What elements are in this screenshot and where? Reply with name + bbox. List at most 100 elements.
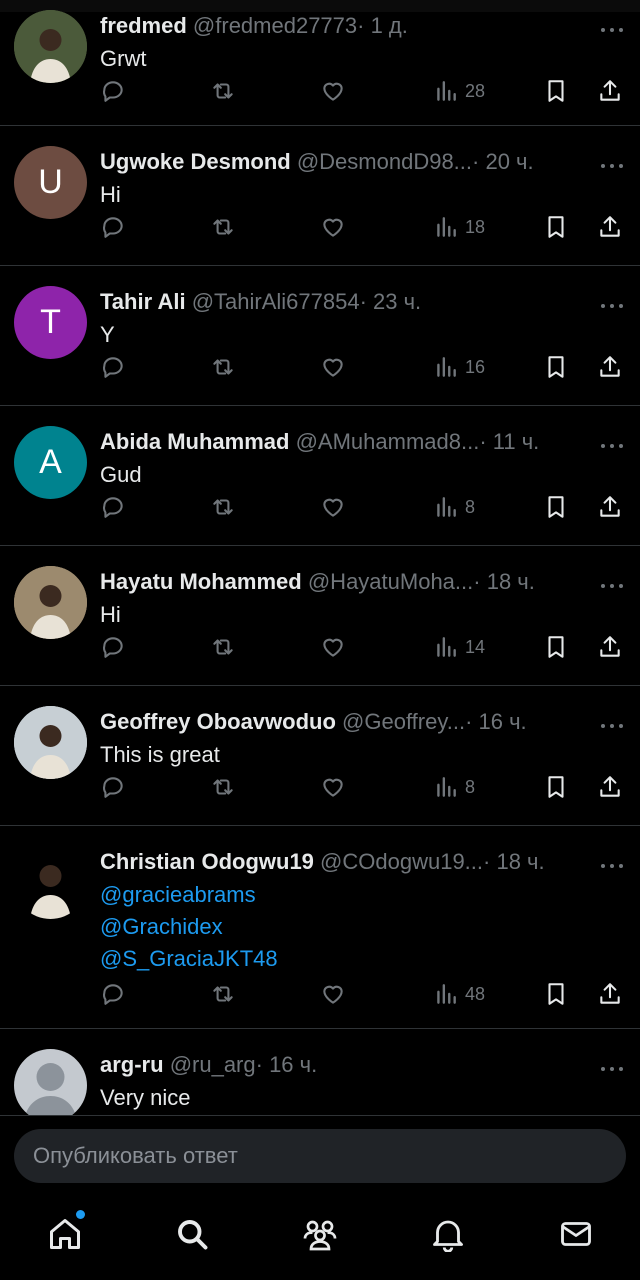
- retweet-button[interactable]: [210, 632, 236, 662]
- more-icon[interactable]: [600, 1059, 624, 1071]
- bookmark-button[interactable]: [543, 772, 569, 802]
- tweet[interactable]: arg-ru @ru_arg· 16 ч. Very nice: [0, 1029, 640, 1115]
- reply-input[interactable]: Опубликовать ответ: [14, 1129, 626, 1183]
- avatar[interactable]: [14, 1049, 87, 1115]
- avatar[interactable]: [14, 846, 87, 919]
- author-name[interactable]: Christian Odogwu19: [100, 849, 314, 874]
- tweet[interactable]: A Abida Muhammad @AMuhammad8...· 11 ч. Gud…: [0, 406, 640, 546]
- share-button[interactable]: [597, 352, 623, 382]
- author-name[interactable]: arg-ru: [100, 1052, 164, 1077]
- reply-button[interactable]: [100, 76, 126, 106]
- retweet-button[interactable]: [210, 772, 236, 802]
- views-button[interactable]: 28: [433, 76, 485, 106]
- author-name[interactable]: Abida Muhammad: [100, 429, 289, 454]
- communities-icon: [303, 1220, 337, 1251]
- tweet[interactable]: Geoffrey Oboavwoduo @Geoffrey...· 16 ч. T…: [0, 686, 640, 826]
- bookmark-button[interactable]: [543, 979, 569, 1009]
- tweet[interactable]: fredmed @fredmed27773· 1 д. Grwt 28: [0, 0, 640, 126]
- author-handle[interactable]: @fredmed27773: [193, 13, 357, 38]
- author-name[interactable]: Geoffrey Oboavwoduo: [100, 709, 336, 734]
- more-icon[interactable]: [600, 576, 624, 588]
- like-button[interactable]: [320, 212, 346, 242]
- bookmark-button[interactable]: [543, 352, 569, 382]
- more-icon[interactable]: [600, 716, 624, 728]
- author-handle[interactable]: @DesmondD98...: [297, 149, 472, 174]
- more-icon[interactable]: [600, 296, 624, 308]
- views-button[interactable]: 8: [433, 492, 475, 522]
- retweet-button[interactable]: [210, 352, 236, 382]
- mention-link[interactable]: @S_GraciaJKT48: [100, 943, 620, 975]
- share-button[interactable]: [597, 632, 623, 662]
- reply-feed[interactable]: fredmed @fredmed27773· 1 д. Grwt 28 U Ugwoke…: [0, 0, 640, 1115]
- author-name[interactable]: Ugwoke Desmond: [100, 149, 291, 174]
- share-button[interactable]: [597, 772, 623, 802]
- avatar[interactable]: U: [14, 146, 87, 219]
- views-button[interactable]: 14: [433, 632, 485, 662]
- share-button[interactable]: [597, 979, 623, 1009]
- reply-button[interactable]: [100, 352, 126, 382]
- bookmark-button[interactable]: [543, 492, 569, 522]
- nav-notifications[interactable]: [428, 1214, 468, 1254]
- nav-home[interactable]: [45, 1210, 85, 1254]
- like-button[interactable]: [320, 76, 346, 106]
- more-icon[interactable]: [600, 156, 624, 168]
- author-handle[interactable]: @Geoffrey...: [342, 709, 465, 734]
- author-handle[interactable]: @ru_arg: [170, 1052, 256, 1077]
- retweet-button[interactable]: [210, 212, 236, 242]
- retweet-button[interactable]: [210, 76, 236, 106]
- author-name[interactable]: Hayatu Mohammed: [100, 569, 302, 594]
- views-count: 8: [465, 496, 476, 517]
- retweet-button[interactable]: [210, 979, 236, 1009]
- tweet-header: fredmed @fredmed27773· 1 д.: [100, 12, 580, 40]
- bookmark-button[interactable]: [543, 632, 569, 662]
- mention-link[interactable]: @Grachidex: [100, 911, 620, 943]
- avatar[interactable]: [14, 10, 87, 83]
- timestamp: · 16 ч.: [255, 1052, 318, 1077]
- more-icon[interactable]: [600, 436, 624, 448]
- author-name[interactable]: Tahir Ali: [100, 289, 186, 314]
- tweet[interactable]: U Ugwoke Desmond @DesmondD98...· 20 ч. Hi 1…: [0, 126, 640, 266]
- author-handle[interactable]: @HayatuMoha...: [308, 569, 473, 594]
- nav-messages[interactable]: [556, 1214, 596, 1254]
- retweet-button[interactable]: [210, 492, 236, 522]
- like-button[interactable]: [320, 352, 346, 382]
- like-button[interactable]: [320, 772, 346, 802]
- reply-button[interactable]: [100, 212, 126, 242]
- avatar[interactable]: [14, 566, 87, 639]
- author-name[interactable]: fredmed: [100, 13, 187, 38]
- tweet[interactable]: Hayatu Mohammed @HayatuMoha...· 18 ч. Hi 1…: [0, 546, 640, 686]
- reply-button[interactable]: [100, 772, 126, 802]
- author-handle[interactable]: @COdogwu19...: [320, 849, 483, 874]
- like-button[interactable]: [320, 492, 346, 522]
- author-handle[interactable]: @TahirAli677854: [192, 289, 360, 314]
- like-button[interactable]: [320, 632, 346, 662]
- like-icon: [320, 494, 346, 520]
- nav-search[interactable]: [172, 1214, 212, 1254]
- views-button[interactable]: 18: [433, 212, 485, 242]
- share-button[interactable]: [597, 76, 623, 106]
- views-button[interactable]: 8: [433, 772, 475, 802]
- author-handle[interactable]: @AMuhammad8...: [296, 429, 480, 454]
- nav-communities[interactable]: [300, 1214, 340, 1254]
- bookmark-button[interactable]: [543, 212, 569, 242]
- share-button[interactable]: [597, 212, 623, 242]
- views-icon: [433, 354, 459, 380]
- avatar[interactable]: A: [14, 426, 87, 499]
- share-icon: [597, 634, 623, 660]
- more-icon[interactable]: [600, 856, 624, 868]
- like-button[interactable]: [320, 979, 346, 1009]
- bookmark-icon: [543, 774, 569, 800]
- reply-button[interactable]: [100, 492, 126, 522]
- tweet[interactable]: T Tahir Ali @TahirAli677854· 23 ч. Y 16: [0, 266, 640, 406]
- avatar[interactable]: [14, 706, 87, 779]
- reply-button[interactable]: [100, 632, 126, 662]
- avatar[interactable]: T: [14, 286, 87, 359]
- more-icon[interactable]: [600, 20, 624, 32]
- mention-link[interactable]: @gracieabrams: [100, 879, 620, 911]
- reply-button[interactable]: [100, 979, 126, 1009]
- views-button[interactable]: 48: [433, 979, 485, 1009]
- views-button[interactable]: 16: [433, 352, 485, 382]
- bookmark-button[interactable]: [543, 76, 569, 106]
- tweet[interactable]: Christian Odogwu19 @COdogwu19...· 18 ч. @…: [0, 826, 640, 1029]
- share-button[interactable]: [597, 492, 623, 522]
